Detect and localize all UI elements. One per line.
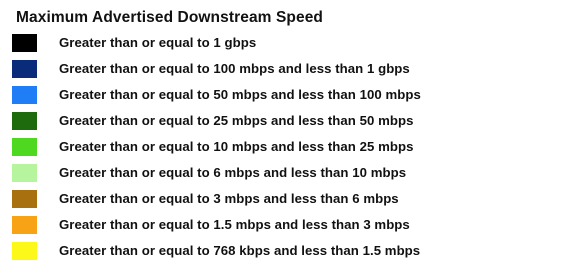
legend-swatch bbox=[12, 190, 37, 208]
legend-label: Greater than or equal to 100 mbps and le… bbox=[59, 61, 410, 76]
legend-swatch bbox=[12, 164, 37, 182]
legend-swatch bbox=[12, 86, 37, 104]
legend-label: Greater than or equal to 10 mbps and les… bbox=[59, 139, 414, 154]
legend-label: Greater than or equal to 1 gbps bbox=[59, 35, 257, 50]
legend-item: Greater than or equal to 10 mbps and les… bbox=[10, 134, 558, 160]
legend-item: Greater than or equal to 1.5 mbps and le… bbox=[10, 212, 558, 238]
legend-label: Greater than or equal to 768 kbps and le… bbox=[59, 243, 421, 258]
legend-swatch bbox=[12, 112, 37, 130]
legend-title: Maximum Advertised Downstream Speed bbox=[16, 9, 323, 26]
legend-item: Greater than or equal to 768 kbps and le… bbox=[10, 238, 558, 264]
legend-label: Greater than or equal to 50 mbps and les… bbox=[59, 87, 421, 102]
legend-item: Greater than or equal to 100 mbps and le… bbox=[10, 56, 558, 82]
legend-item: Greater than or equal to 50 mbps and les… bbox=[10, 82, 558, 108]
legend-item: Greater than or equal to 1 gbps bbox=[10, 30, 558, 56]
legend-swatch bbox=[12, 242, 37, 260]
legend-swatch bbox=[12, 60, 37, 78]
legend-swatch bbox=[12, 34, 37, 52]
legend-label: Greater than or equal to 25 mbps and les… bbox=[59, 113, 414, 128]
legend-item: Greater than or equal to 25 mbps and les… bbox=[10, 108, 558, 134]
speed-legend: Maximum Advertised Downstream Speed Grea… bbox=[10, 8, 558, 264]
legend-label: Greater than or equal to 1.5 mbps and le… bbox=[59, 217, 410, 232]
legend-item: Greater than or equal to 3 mbps and less… bbox=[10, 186, 558, 212]
legend-label: Greater than or equal to 6 mbps and less… bbox=[59, 165, 407, 180]
legend-swatch bbox=[12, 138, 37, 156]
legend-label: Greater than or equal to 3 mbps and less… bbox=[59, 191, 399, 206]
legend-item: Greater than or equal to 6 mbps and less… bbox=[10, 160, 558, 186]
legend-list: Greater than or equal to 1 gbps Greater … bbox=[10, 30, 558, 264]
legend-swatch bbox=[12, 216, 37, 234]
